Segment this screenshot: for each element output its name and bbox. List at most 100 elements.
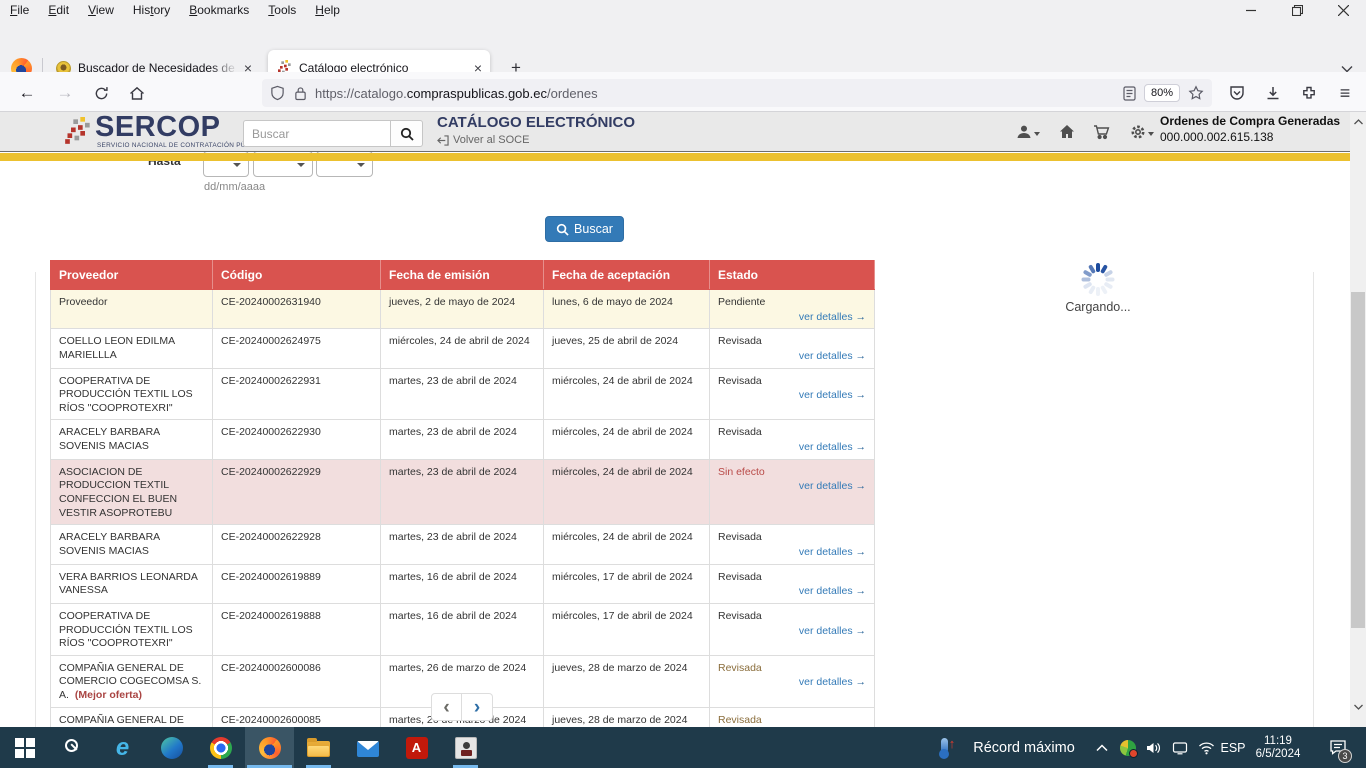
taskbar-robot-app-icon[interactable] [441,727,490,768]
order-row: VERA BARRIOS LEONARDA VANESSA CE-2024000… [51,564,875,603]
forward-icon[interactable]: → [52,80,78,106]
loading-text: Cargando... [1048,300,1148,314]
cell-estado: Revisada ver detalles → [710,603,875,655]
scrollbar-thumb[interactable] [1351,292,1365,628]
sercop-brand[interactable]: SERCOP [95,111,220,144]
taskbar-firefox-icon[interactable] [245,727,294,768]
menu-view[interactable]: View [88,3,114,17]
scroll-up-icon[interactable] [1350,114,1366,130]
ver-detalles-link[interactable]: ver detalles → [799,546,866,558]
firefox-icon [259,737,281,759]
mejor-oferta-badge: (Mejor oferta) [75,689,142,701]
internet-explorer-icon: e [111,736,135,760]
scroll-down-icon[interactable] [1350,699,1366,715]
wifi-icon[interactable] [1194,727,1218,768]
download-icon[interactable] [1264,84,1282,102]
taskbar-internet-explorer-icon[interactable]: e [98,727,147,768]
ver-detalles-link[interactable]: ver detalles → [799,389,866,401]
order-row: ARACELY BARBARA SOVENIS MACIAS CE-202400… [51,525,875,564]
clock[interactable]: 11:196/5/2024 [1248,727,1308,768]
settings-gear-icon[interactable] [1130,124,1154,140]
weather-thermometer-icon[interactable]: ↑ [934,727,962,768]
language-indicator[interactable]: ESP [1218,727,1248,768]
menu-help[interactable]: Help [315,3,340,17]
back-icon[interactable]: ← [14,80,40,106]
taskbar-chrome-icon[interactable] [196,727,245,768]
col-estado: Estado [710,261,875,290]
catalog-search-input[interactable] [243,120,390,147]
ver-detalles-link[interactable]: ver detalles → [799,585,866,597]
notification-center-icon[interactable]: 3 [1318,727,1358,768]
menu-edit[interactable]: Edit [48,3,69,17]
estado-value: Sin efecto [710,460,874,480]
cell-estado: Revisada ver detalles → [710,420,875,459]
next-page-button[interactable]: › [462,693,493,721]
pocket-icon[interactable] [1228,84,1246,102]
container-left-border [35,272,36,768]
cell-estado: Revisada ver detalles → [710,655,875,707]
url-bar[interactable]: https://catalogo.compraspublicas.gob.ec/… [262,79,1212,107]
ver-detalles-link[interactable]: ver detalles → [799,480,866,492]
cell-fecha-emision: miércoles, 24 de abril de 2024 [381,329,544,368]
cart-icon[interactable] [1093,124,1111,140]
order-row: COELLO LEON EDILMA MARIELLLA CE-20240002… [51,329,875,368]
extensions-icon[interactable] [1300,84,1318,102]
prev-page-button[interactable]: ‹ [431,693,462,721]
ver-detalles-link[interactable]: ver detalles → [799,311,866,323]
volver-al-soce-link[interactable]: Volver al SOCE [437,134,529,146]
reader-mode-icon[interactable] [1123,86,1136,101]
ver-detalles-link[interactable]: ver detalles → [799,441,866,453]
ver-detalles-link[interactable]: ver detalles → [799,350,866,362]
page-scrollbar[interactable] [1350,112,1366,727]
display-cast-icon[interactable] [1168,727,1192,768]
menu-history[interactable]: History [133,3,170,17]
cell-estado: Revisada ver detalles → [710,525,875,564]
lock-icon[interactable] [294,86,307,101]
taskbar-search-icon[interactable] [49,727,98,768]
cell-codigo: CE-20240002631940 [213,290,381,329]
restore-icon[interactable] [1274,0,1320,20]
close-icon[interactable] [1320,0,1366,20]
home-icon[interactable] [1059,124,1075,139]
date-format-hint: dd/mm/aaaa [204,181,265,193]
minimize-icon[interactable] [1228,0,1274,20]
menu-tools[interactable]: Tools [268,3,296,17]
user-account-icon[interactable] [1016,124,1040,140]
buscar-button[interactable]: Buscar [545,216,624,242]
taskbar-acrobat-icon[interactable]: A [392,727,441,768]
taskbar-file-explorer-icon[interactable] [294,727,343,768]
menu-bookmarks[interactable]: Bookmarks [189,3,249,17]
antivirus-icon[interactable] [1116,727,1140,768]
ver-detalles-link[interactable]: ver detalles → [799,625,866,637]
home-icon[interactable] [124,80,150,106]
zoom-level-chip[interactable]: 80% [1144,84,1180,102]
taskbar-mail-icon[interactable] [343,727,392,768]
catalog-search-button[interactable] [390,120,423,147]
taskbar-start-icon[interactable] [0,727,49,768]
catalog-title: CATÁLOGO ELECTRÓNICO [437,114,635,131]
shield-icon[interactable] [270,85,285,101]
taskbar-edge-icon[interactable] [147,727,196,768]
menu-file[interactable]: File [10,3,29,17]
browser-window: File Edit View History Bookmarks Tools Help Bu… [0,0,1366,768]
cell-fecha-aceptacion: miércoles, 17 de abril de 2024 [544,564,710,603]
search-icon [556,223,569,236]
estado-value: Revisada [710,708,874,728]
bookmark-star-icon[interactable] [1188,85,1204,101]
order-row: ARACELY BARBARA SOVENIS MACIAS CE-202400… [51,420,875,459]
ver-detalles-link[interactable]: ver detalles → [799,676,866,688]
order-row: COOPERATIVA DE PRODUCCIÓN TEXTIL LOS RÍO… [51,368,875,420]
col-fecha-emision: Fecha de emisión [381,261,544,290]
volume-icon[interactable] [1142,727,1166,768]
tray-expand-chevron-icon[interactable] [1090,727,1114,768]
hamburger-menu-icon[interactable]: ≡ [1336,84,1354,102]
robot-app-icon [455,737,477,759]
weather-text[interactable]: Récord máximo [964,727,1084,768]
cell-estado: Sin efecto ver detalles → [710,459,875,525]
caret-down-icon [1148,132,1154,136]
cell-fecha-emision: martes, 23 de abril de 2024 [381,420,544,459]
cell-fecha-aceptacion: lunes, 6 de mayo de 2024 [544,290,710,329]
reload-icon[interactable] [88,80,114,106]
notification-count-badge: 3 [1338,749,1352,763]
cell-fecha-aceptacion: jueves, 25 de abril de 2024 [544,329,710,368]
